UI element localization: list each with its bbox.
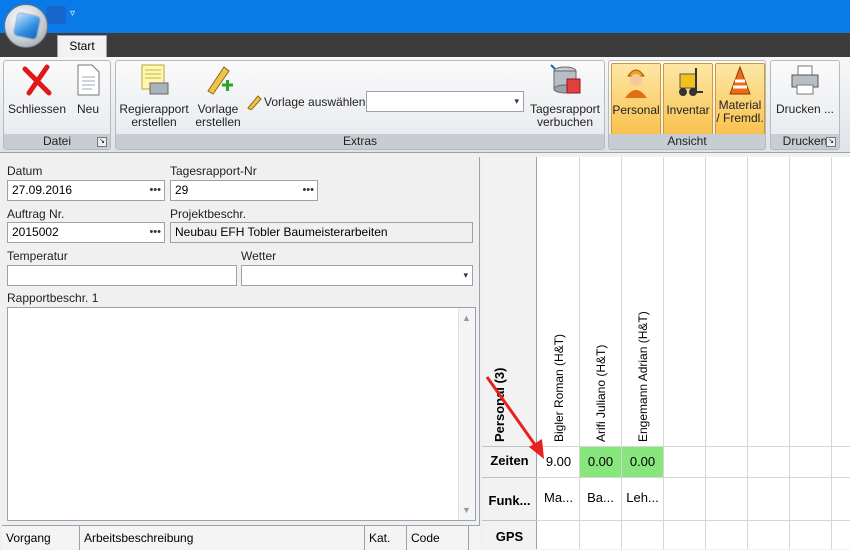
auftrag-field[interactable]: 2015002 ••• xyxy=(7,222,165,243)
ribbon: Schliessen Neu Datei ↘ Regierapport erst… xyxy=(0,57,850,153)
personal-grid: Personal (3) Zeiten Funk... GPS Bigler R… xyxy=(482,157,850,549)
ellipsis-icon[interactable]: ••• xyxy=(149,223,161,242)
row-header-column: Personal (3) Zeiten Funk... GPS xyxy=(482,157,537,549)
new-button[interactable]: Neu xyxy=(70,63,106,116)
app-logo-icon xyxy=(13,12,41,40)
create-template-button[interactable]: Vorlage erstellen xyxy=(192,63,244,129)
forklift-icon xyxy=(672,64,704,98)
funktion-cell[interactable]: Ma... xyxy=(538,483,579,513)
quick-access-icon[interactable] xyxy=(46,6,66,24)
annotation-arrow-icon xyxy=(485,376,544,459)
wetter-select[interactable]: ▾ xyxy=(241,265,473,286)
close-x-icon xyxy=(21,63,53,97)
row-label-gps: GPS xyxy=(495,529,524,544)
title-bar xyxy=(0,0,850,33)
group-label-extras: Extras xyxy=(116,134,604,149)
temperatur-label: Temperatur xyxy=(7,249,68,263)
projekt-label: Projektbeschr. xyxy=(170,207,247,221)
column-header-code[interactable]: Code xyxy=(407,526,469,550)
report-form-panel: Datum 27.09.2016 ••• Tagesrapport-Nr 29 ••… xyxy=(2,157,480,549)
tagesrapport-label: Tagesrapport-Nr xyxy=(170,164,257,178)
datum-field[interactable]: 27.09.2016 ••• xyxy=(7,180,165,201)
zeiten-cell[interactable]: 0.00 xyxy=(622,447,663,477)
wetter-label: Wetter xyxy=(241,249,277,263)
database-post-icon xyxy=(549,63,581,97)
ribbon-group-datei: Schliessen Neu Datei ↘ xyxy=(3,60,111,150)
new-document-icon xyxy=(75,63,101,97)
group-label-ansicht: Ansicht xyxy=(609,134,765,149)
print-button[interactable]: Drucken ... xyxy=(773,63,837,116)
row-label-funktion: Funk... xyxy=(488,493,531,508)
group-label-datei: Datei xyxy=(4,134,110,149)
scroll-up-icon[interactable]: ▲ xyxy=(462,313,471,323)
chevron-down-icon: ▾ xyxy=(514,96,519,106)
view-personal-button[interactable]: Personal xyxy=(611,63,661,135)
column-header-kat[interactable]: Kat. xyxy=(365,526,407,550)
tab-start[interactable]: Start xyxy=(57,35,107,57)
dialog-launcher-icon[interactable]: ↘ xyxy=(97,137,107,147)
template-select[interactable]: ▾ xyxy=(366,91,524,112)
column-header-arbeitsbeschreibung[interactable]: Arbeitsbeschreibung xyxy=(80,526,365,550)
funktion-cell[interactable]: Leh... xyxy=(622,483,663,513)
create-regierapport-button[interactable]: Regierapport erstellen xyxy=(118,63,190,129)
template-select-label: Vorlage auswählen xyxy=(264,95,366,109)
auftrag-label: Auftrag Nr. xyxy=(7,207,65,221)
dialog-launcher-icon[interactable]: ↘ xyxy=(826,137,836,147)
view-inventar-button[interactable]: Inventar xyxy=(663,63,713,135)
ellipsis-icon[interactable]: ••• xyxy=(302,181,314,200)
activity-grid-header: Vorgang Arbeitsbeschreibung Kat. Code xyxy=(2,525,480,550)
worker-icon xyxy=(620,64,652,98)
traffic-cone-icon xyxy=(724,64,756,98)
rapport-label: Rapportbeschr. 1 xyxy=(7,291,99,305)
printer-icon xyxy=(789,63,821,97)
funktion-cell[interactable]: Ba... xyxy=(580,483,621,513)
ribbon-group-drucken: Drucken ... Drucken ↘ xyxy=(770,60,840,150)
view-material-button[interactable]: Material / Fremdl. xyxy=(715,63,765,135)
chevron-down-icon: ▾ xyxy=(463,270,468,280)
zeiten-cell[interactable]: 0.00 xyxy=(580,447,621,477)
column-header-vorgang[interactable]: Vorgang xyxy=(2,526,80,550)
scrollbar[interactable]: ▲ ▼ xyxy=(458,308,475,520)
post-daily-report-button[interactable]: Tagesrapport verbuchen xyxy=(528,63,602,129)
close-button[interactable]: Schliessen xyxy=(7,63,67,116)
quick-access-dropdown-icon[interactable]: ▿ xyxy=(70,8,75,19)
report-printer-icon xyxy=(138,63,170,97)
ribbon-tab-strip: Start xyxy=(0,33,850,57)
ribbon-group-extras: Regierapport erstellen Vorlage erstellen… xyxy=(115,60,605,150)
ellipsis-icon[interactable]: ••• xyxy=(149,181,161,200)
ribbon-group-ansicht: Personal Inventar Material / Fremdl. Ans… xyxy=(608,60,766,150)
datum-label: Datum xyxy=(7,164,43,178)
temperatur-field[interactable] xyxy=(7,265,237,286)
scroll-down-icon[interactable]: ▼ xyxy=(462,505,471,515)
application-menu-button[interactable] xyxy=(4,4,48,48)
rapport-description-textarea[interactable]: ▲ ▼ xyxy=(7,307,476,521)
tagesrapport-field[interactable]: 29 ••• xyxy=(170,180,318,201)
pencil-plus-icon xyxy=(202,63,234,97)
projekt-field: Neubau EFH Tobler Baumeisterarbeiten xyxy=(170,222,473,243)
template-select-icon xyxy=(246,94,264,111)
